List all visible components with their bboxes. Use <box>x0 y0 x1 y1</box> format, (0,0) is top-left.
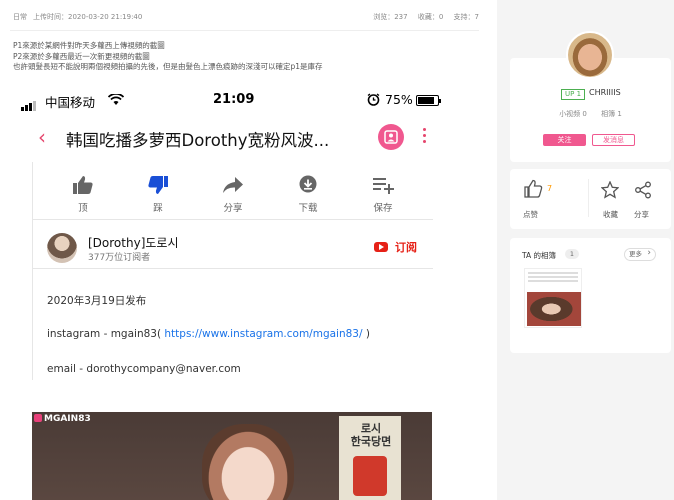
channel-watermark: MGAIN83 <box>34 414 91 424</box>
share-arrow-icon <box>223 177 243 193</box>
more-vertical-icon[interactable] <box>420 128 428 146</box>
meta-divider <box>10 30 479 31</box>
channel-avatar[interactable] <box>47 233 77 263</box>
carrier-name: 中国移动 <box>45 95 96 110</box>
thumbnail-text-lines <box>528 272 578 274</box>
channel-name[interactable]: [Dorothy]도로시 <box>88 234 179 251</box>
phone-screenshot[interactable]: 中国移动 21:09 75% ‹ 韩国吃播多萝西Dorothy宽粉风波... 顶… <box>10 82 450 500</box>
video-header: ‹ 韩国吃播多萝西Dorothy宽粉风波... <box>10 124 450 152</box>
album-thumbnail[interactable] <box>524 268 582 328</box>
save-playlist-icon <box>373 178 394 194</box>
favorites-count: 收藏：0 <box>417 13 444 21</box>
video-count[interactable]: 小视频 0 <box>559 110 587 118</box>
status-time: 21:09 <box>213 92 255 107</box>
views-count: 浏览：237 <box>373 13 408 21</box>
thumbs-up-icon <box>73 176 93 194</box>
upload-time: 上传时间：2020-03-20 21:19:40 <box>33 13 143 21</box>
album-title: TA 的相簿 <box>522 251 557 260</box>
author-name[interactable]: CHRIIIIS <box>589 88 621 97</box>
email-line: email - dorothycompany@naver.com <box>47 363 241 375</box>
package-cup <box>353 456 387 496</box>
description-line: P1來源於某網件對昨天多蘿西上傳視頻的截圖 <box>13 41 165 50</box>
like-label[interactable]: 点赞 <box>523 209 538 220</box>
action-label: 顶 <box>78 203 88 214</box>
post-stats: 浏览：237 收藏：0 支持：7 <box>365 12 479 22</box>
video-thumbnail[interactable]: MGAIN83 로시 한국당면 <box>32 412 432 500</box>
instagram-icon <box>34 414 42 422</box>
video-detail-card: 顶 踩 分享 下载 保存 [Dorothy]도로시 377万位订阅者 订阅 20… <box>32 162 433 380</box>
share-action-button[interactable]: 分享 <box>208 175 258 214</box>
instagram-prefix: instagram - mgain83( <box>47 328 165 340</box>
noodle-package: 로시 한국당면 <box>339 416 401 500</box>
instagram-suffix: ) <box>362 328 370 340</box>
favorite-label[interactable]: 收藏 <box>603 209 618 220</box>
thumbnail-image <box>527 292 581 326</box>
share-icon[interactable] <box>634 181 652 203</box>
action-label: 下载 <box>298 203 318 214</box>
save-action-button[interactable]: 保存 <box>358 175 408 214</box>
author-avatar[interactable] <box>566 31 614 79</box>
youtube-play-icon[interactable] <box>374 242 388 252</box>
signal-icon <box>21 96 37 111</box>
instagram-line: instagram - mgain83( https://www.instagr… <box>47 328 370 340</box>
subscribe-button[interactable]: 订阅 <box>395 239 417 255</box>
battery-icon <box>416 95 441 106</box>
post-category[interactable]: 日常 <box>13 12 27 22</box>
person-face <box>202 424 294 500</box>
dislike-action-button[interactable]: 踩 <box>133 175 183 214</box>
package-text: 로시 한국당면 <box>350 422 392 448</box>
download-action-button[interactable]: 下载 <box>283 175 333 214</box>
album-more-button[interactable]: 更多 <box>624 248 656 261</box>
back-chevron-icon[interactable]: ‹ <box>38 125 46 149</box>
channel-row[interactable]: [Dorothy]도로시 377万位订阅者 订阅 <box>33 229 433 269</box>
message-button[interactable]: 发消息 <box>592 134 635 146</box>
follow-button[interactable]: 关注 <box>543 134 586 146</box>
wifi-icon <box>107 93 125 110</box>
image-icon[interactable] <box>378 124 404 150</box>
like-action-button[interactable]: 顶 <box>58 175 108 214</box>
phone-status-bar: 中国移动 21:09 75% <box>10 92 450 111</box>
battery-percent: 75% <box>385 92 413 107</box>
publish-date: 2020年3月19日发布 <box>47 295 147 307</box>
thumbs-down-icon <box>148 176 168 194</box>
instagram-link[interactable]: https://www.instagram.com/mgain83/ <box>164 328 362 340</box>
supports-count: 支持：7 <box>453 13 479 21</box>
author-card: UP 1 CHRIIIIS 小视频 0 相簿 1 关注 发消息 <box>510 31 671 162</box>
action-label: 分享 <box>223 203 243 214</box>
video-title: 韩国吃播多萝西Dorothy宽粉风波... <box>66 131 330 150</box>
post-main: 日常 上传时间：2020-03-20 21:19:40 浏览：237 收藏：0 … <box>0 0 497 500</box>
author-counts: 小视频 0 相簿 1 <box>510 109 671 119</box>
like-count: 7 <box>547 184 553 193</box>
action-bar: 顶 踩 分享 下载 保存 <box>33 162 433 220</box>
post-description: P1來源於某網件對昨天多蘿西上傳視頻的截圖 P2來源於多蘿西最近一次新更視頻的截… <box>13 41 323 73</box>
engagement-card: 7 点赞 收藏 分享 <box>510 169 671 229</box>
up-badge: UP 1 <box>561 89 586 100</box>
post-meta: 日常 上传时间：2020-03-20 21:19:40 浏览：237 收藏：0 … <box>13 12 479 24</box>
album-count-badge: 1 <box>565 249 579 259</box>
share-label[interactable]: 分享 <box>634 209 649 220</box>
download-icon <box>299 175 317 193</box>
description-line: 也許頭髮長短不能說明兩個視頻拍攝的先後，但是由髮色上漂色痕跡的深淺可以確定p1是… <box>13 62 323 71</box>
album-count[interactable]: 相簿 1 <box>601 110 622 118</box>
action-label: 保存 <box>373 203 393 214</box>
star-icon[interactable] <box>600 180 620 203</box>
album-card: TA 的相簿 1 更多 <box>510 238 671 353</box>
alarm-icon <box>367 93 380 110</box>
description-line: P2來源於多蘿西最近一次新更視頻的截圖 <box>13 51 150 61</box>
thumbs-up-icon[interactable] <box>523 179 543 203</box>
action-label: 踩 <box>153 203 163 214</box>
channel-subscribers: 377万位订阅者 <box>88 253 151 263</box>
divider <box>588 179 589 217</box>
